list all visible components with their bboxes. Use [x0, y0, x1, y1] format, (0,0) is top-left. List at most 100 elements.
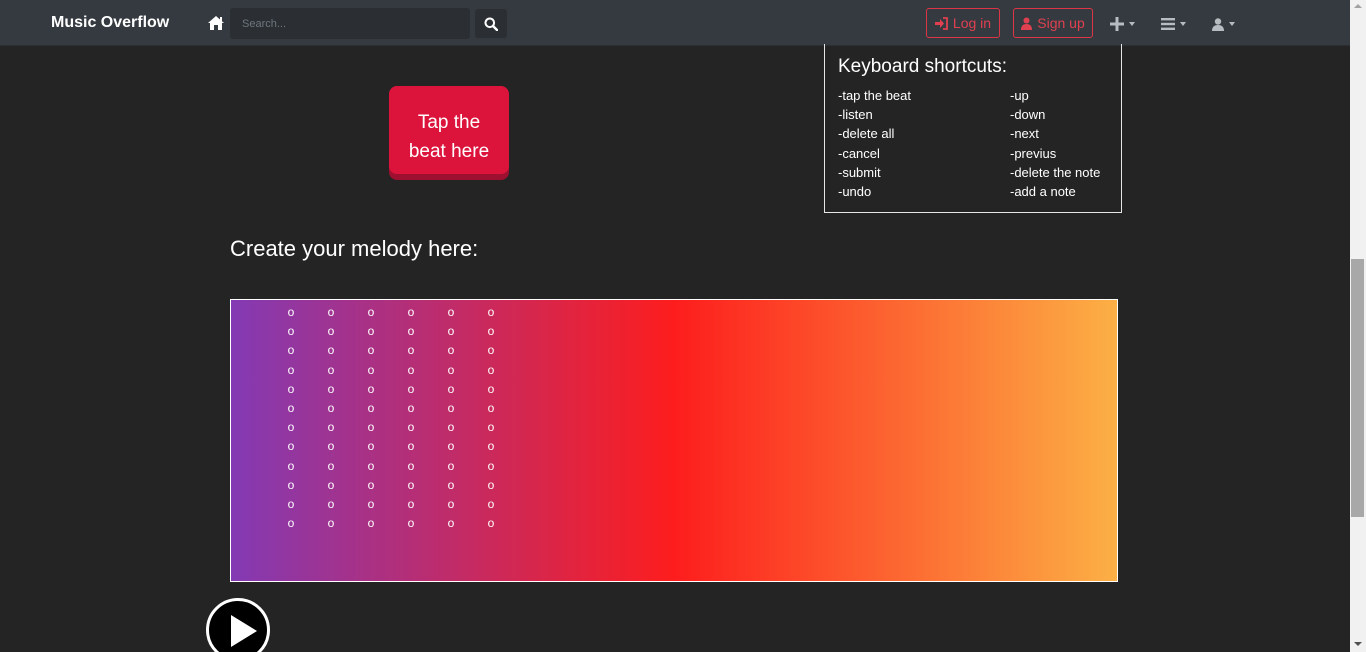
melody-note[interactable]: o: [405, 478, 417, 492]
melody-note[interactable]: o: [285, 516, 297, 530]
melody-note[interactable]: o: [285, 382, 297, 396]
melody-note[interactable]: o: [405, 305, 417, 319]
melody-note[interactable]: o: [365, 324, 377, 338]
melody-note[interactable]: o: [325, 478, 337, 492]
melody-note[interactable]: o: [365, 382, 377, 396]
keyboard-shortcuts-panel: Keyboard shortcuts: -tap the beat -liste…: [824, 44, 1122, 213]
melody-note[interactable]: o: [405, 363, 417, 377]
chevron-down-icon: [1180, 22, 1186, 26]
melody-note[interactable]: o: [445, 305, 457, 319]
melody-note[interactable]: o: [365, 439, 377, 453]
account-dropdown[interactable]: [1212, 14, 1235, 34]
melody-note[interactable]: o: [485, 343, 497, 357]
melody-note[interactable]: o: [285, 305, 297, 319]
melody-note[interactable]: o: [365, 420, 377, 434]
melody-note[interactable]: o: [445, 363, 457, 377]
melody-note[interactable]: o: [325, 516, 337, 530]
melody-note[interactable]: o: [445, 439, 457, 453]
melody-note[interactable]: o: [445, 324, 457, 338]
melody-note[interactable]: o: [285, 420, 297, 434]
melody-note[interactable]: o: [485, 324, 497, 338]
melody-note[interactable]: o: [485, 305, 497, 319]
melody-note[interactable]: o: [325, 324, 337, 338]
melody-note[interactable]: o: [285, 401, 297, 415]
plus-icon: [1110, 17, 1124, 31]
melody-editor[interactable]: oooooooooooooooooooooooooooooooooooooooo…: [230, 299, 1118, 582]
play-button[interactable]: [206, 598, 270, 652]
melody-note[interactable]: o: [325, 382, 337, 396]
melody-note[interactable]: o: [325, 497, 337, 511]
bars-icon: [1161, 18, 1175, 30]
melody-note[interactable]: o: [285, 497, 297, 511]
melody-note[interactable]: o: [285, 459, 297, 473]
melody-note[interactable]: o: [405, 382, 417, 396]
melody-note[interactable]: o: [325, 420, 337, 434]
melody-note[interactable]: o: [485, 459, 497, 473]
signup-button[interactable]: Sign up: [1013, 8, 1093, 38]
melody-note[interactable]: o: [285, 343, 297, 357]
melody-note[interactable]: o: [485, 382, 497, 396]
melody-note[interactable]: o: [325, 459, 337, 473]
melody-note[interactable]: o: [405, 324, 417, 338]
melody-note[interactable]: o: [485, 401, 497, 415]
melody-note[interactable]: o: [405, 401, 417, 415]
login-button[interactable]: Log in: [926, 8, 1000, 38]
shortcut-item: -submit: [838, 164, 881, 180]
melody-note[interactable]: o: [445, 382, 457, 396]
melody-note[interactable]: o: [285, 439, 297, 453]
melody-note[interactable]: o: [485, 420, 497, 434]
melody-note[interactable]: o: [445, 459, 457, 473]
melody-note[interactable]: o: [405, 516, 417, 530]
shortcut-item: -delete the note: [1010, 164, 1101, 180]
scroll-up-arrow-icon[interactable]: [1354, 3, 1362, 9]
melody-note[interactable]: o: [405, 343, 417, 357]
menu-dropdown[interactable]: [1161, 14, 1186, 34]
melody-note[interactable]: o: [285, 478, 297, 492]
melody-note[interactable]: o: [325, 401, 337, 415]
melody-note[interactable]: o: [445, 401, 457, 415]
melody-note[interactable]: o: [445, 343, 457, 357]
user-icon: [1021, 17, 1033, 30]
melody-note[interactable]: o: [445, 497, 457, 511]
tap-beat-button[interactable]: Tap the beat here: [389, 86, 509, 174]
melody-note[interactable]: o: [365, 401, 377, 415]
melody-note[interactable]: o: [405, 420, 417, 434]
search-button[interactable]: [475, 9, 507, 38]
melody-note[interactable]: o: [445, 516, 457, 530]
melody-note[interactable]: o: [285, 363, 297, 377]
shortcut-item: -previus: [1010, 145, 1057, 161]
melody-note[interactable]: o: [365, 478, 377, 492]
melody-note[interactable]: o: [485, 497, 497, 511]
shortcuts-actions-column: -tap the beat -listen -delete all -cance…: [838, 86, 911, 201]
add-dropdown[interactable]: [1110, 14, 1135, 34]
melody-note[interactable]: o: [485, 363, 497, 377]
melody-note[interactable]: o: [285, 324, 297, 338]
scrollbar-thumb[interactable]: [1351, 259, 1364, 517]
shortcuts-navigation-column: -up -down -next -previus -delete the not…: [1010, 86, 1100, 201]
melody-note[interactable]: o: [365, 305, 377, 319]
melody-note[interactable]: o: [445, 478, 457, 492]
melody-note[interactable]: o: [365, 516, 377, 530]
melody-note[interactable]: o: [365, 363, 377, 377]
melody-note[interactable]: o: [325, 305, 337, 319]
melody-note[interactable]: o: [325, 439, 337, 453]
melody-note[interactable]: o: [405, 497, 417, 511]
brand-logo[interactable]: Music Overflow: [51, 14, 169, 32]
shortcut-item: -listen: [838, 107, 873, 123]
melody-note[interactable]: o: [485, 439, 497, 453]
search-input[interactable]: [230, 8, 470, 39]
home-icon[interactable]: [206, 13, 226, 33]
melody-note[interactable]: o: [485, 516, 497, 530]
melody-note[interactable]: o: [365, 459, 377, 473]
melody-note[interactable]: o: [485, 478, 497, 492]
scroll-down-arrow-icon[interactable]: [1354, 641, 1362, 647]
melody-note[interactable]: o: [445, 420, 457, 434]
melody-note[interactable]: o: [405, 459, 417, 473]
search-icon: [484, 17, 498, 31]
melody-note[interactable]: o: [365, 497, 377, 511]
melody-note[interactable]: o: [365, 343, 377, 357]
melody-note[interactable]: o: [325, 343, 337, 357]
melody-note[interactable]: o: [325, 363, 337, 377]
melody-note[interactable]: o: [405, 439, 417, 453]
sign-in-icon: [934, 16, 948, 30]
